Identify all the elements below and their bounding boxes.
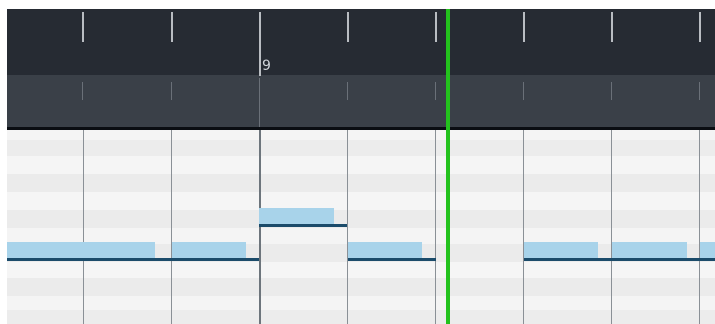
note[interactable]: [7, 242, 155, 258]
note[interactable]: [612, 242, 687, 258]
note-grid[interactable]: [7, 130, 715, 324]
key-lane: [7, 210, 715, 228]
ruler-subtick: [523, 82, 524, 100]
key-lane: [7, 156, 715, 174]
key-lane: [7, 130, 715, 140]
note[interactable]: [524, 242, 598, 258]
note-line: [7, 258, 259, 261]
playhead[interactable]: [446, 9, 450, 324]
timeline-ruler-lower[interactable]: [7, 75, 715, 129]
ruler-tick: [347, 12, 349, 42]
note-line: [524, 258, 715, 261]
grid-line: [699, 130, 700, 324]
key-lane: [7, 296, 715, 310]
bar-line: [259, 130, 261, 324]
note[interactable]: [348, 242, 422, 258]
ruler-subtick: [347, 82, 348, 100]
key-lane: [7, 262, 715, 278]
grid-line: [347, 130, 348, 324]
key-lane: [7, 278, 715, 296]
ruler-tick: [523, 12, 525, 42]
key-lane: [7, 192, 715, 210]
grid-line: [435, 130, 436, 324]
ruler-subtick: [82, 82, 83, 100]
ruler-tick: [171, 12, 173, 42]
note[interactable]: [172, 242, 246, 258]
grid-line: [171, 130, 172, 324]
ruler-subtick: [699, 82, 700, 100]
grid-line: [523, 130, 524, 324]
ruler-tick: [82, 12, 84, 42]
ruler-tick: [435, 12, 437, 42]
ruler-tick: [611, 12, 613, 42]
note-line: [259, 224, 347, 227]
ruler-subtick: [259, 78, 260, 127]
ruler-subtick: [171, 82, 172, 100]
note[interactable]: [259, 208, 334, 224]
ruler-subtick: [435, 82, 436, 100]
key-lane: [7, 174, 715, 192]
ruler-subtick: [611, 82, 612, 100]
ruler-tick: [699, 12, 701, 42]
bar-number-label: 9: [262, 58, 271, 74]
grid-line: [83, 130, 84, 324]
key-lane: [7, 140, 715, 156]
piano-roll-editor: 9: [0, 0, 715, 324]
note[interactable]: [700, 242, 715, 258]
ruler-tick: [259, 12, 261, 76]
key-lane: [7, 310, 715, 324]
timeline-ruler[interactable]: [7, 9, 715, 75]
note-line: [348, 258, 436, 261]
grid-line: [611, 130, 612, 324]
